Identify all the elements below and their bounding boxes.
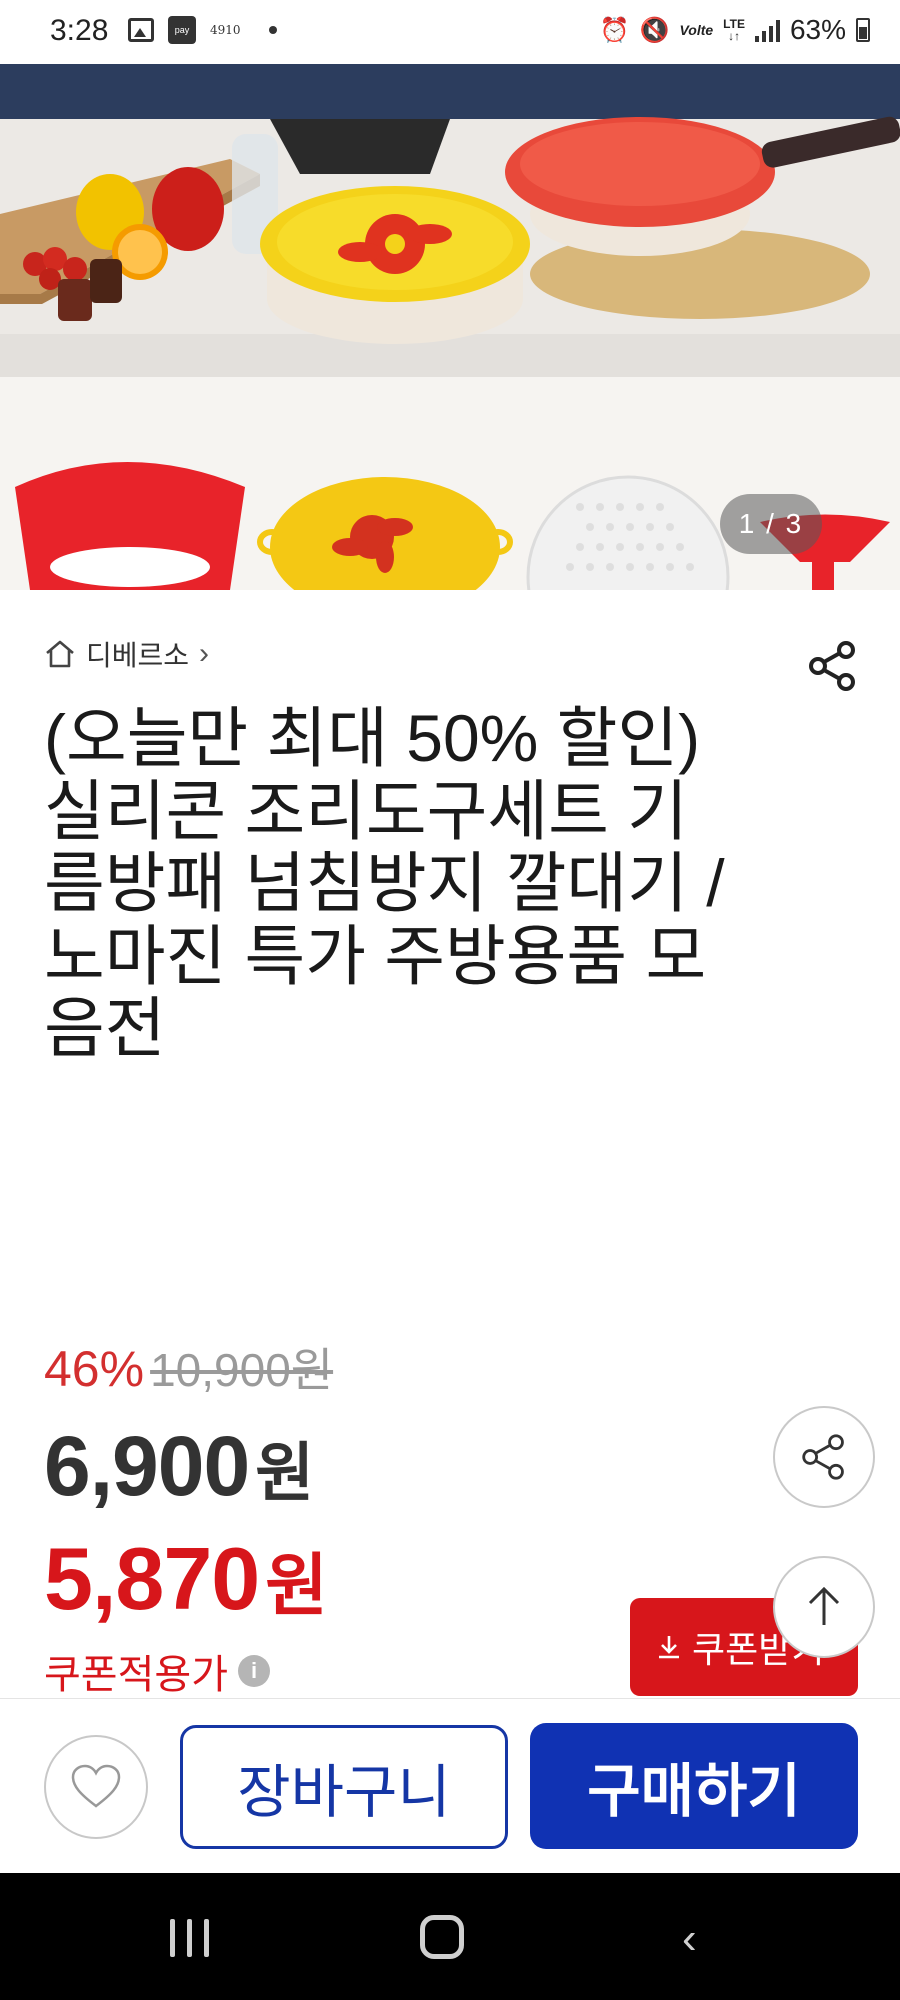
floating-share-button[interactable] <box>773 1406 875 1508</box>
product-image-gallery[interactable]: 1 / 3 <box>0 64 900 590</box>
heart-icon <box>71 1764 121 1808</box>
share-icon[interactable] <box>808 640 858 692</box>
mute-icon: 🔇 <box>639 16 670 44</box>
signal-icon <box>754 18 780 42</box>
add-to-cart-button[interactable]: 장바구니 <box>180 1725 508 1849</box>
gallery-notification-icon <box>128 18 154 42</box>
status-system-icons: ⏰ 🔇 Volte LTE ↓↑ 63% <box>600 14 870 46</box>
product-photo-main <box>0 64 900 377</box>
scroll-to-top-button[interactable] <box>773 1556 875 1658</box>
status-time: 3:28 <box>50 14 109 47</box>
coupon-price: 5,870원 <box>44 1528 328 1630</box>
back-icon[interactable]: ‹ <box>682 1917 697 1961</box>
sale-price: 6,900원 <box>44 1418 314 1515</box>
home-button-icon[interactable] <box>420 1915 464 1959</box>
lte-icon: LTE ↓↑ <box>723 17 745 43</box>
alarm-icon: ⏰ <box>599 16 630 44</box>
discount-row: 46% 10,900원 <box>44 1334 333 1400</box>
coupon-price-label-row: 쿠폰적용가 i <box>44 1642 270 1700</box>
sale-price-unit: 원 <box>255 1437 314 1509</box>
store-link[interactable]: 디베르소 › <box>44 634 209 674</box>
battery-icon <box>856 18 870 42</box>
store-name: 디베르소 <box>86 640 190 671</box>
arrow-up-icon <box>808 1586 840 1625</box>
coupon-price-label: 쿠폰적용가 <box>44 1653 228 1697</box>
recent-apps-icon[interactable] <box>170 1919 209 1957</box>
system-navigation-bar: ‹ <box>0 1873 900 2000</box>
coupon-price-value: 5,870 <box>44 1529 260 1628</box>
wishlist-button[interactable] <box>44 1735 148 1839</box>
sale-price-value: 6,900 <box>44 1419 250 1513</box>
coupon-price-unit: 원 <box>265 1548 328 1624</box>
product-title: (오늘만 최대 50% 할인) 실리콘 조리도구세트 기름방패 넘침방지 깔대기… <box>44 701 725 1065</box>
status-notification-icons: pay 4910 <box>128 16 277 44</box>
more-notifications-dot-icon <box>268 26 277 34</box>
download-icon <box>659 1636 679 1659</box>
products-row-illustration <box>15 462 890 590</box>
kitchen-scene-illustration <box>0 64 900 377</box>
image-counter: 1 / 3 <box>720 494 822 554</box>
home-icon <box>46 640 74 668</box>
info-icon[interactable]: i <box>238 1655 270 1687</box>
discount-rate: 46% <box>44 1341 145 1397</box>
battery-percent: 63% <box>789 14 846 45</box>
purchase-action-bar: 장바구니 구매하기 <box>0 1698 900 1874</box>
notification-number: 4910 <box>210 23 241 37</box>
volte-icon: Volte <box>679 22 714 38</box>
original-price: 10,900원 <box>150 1344 334 1396</box>
buy-now-button[interactable]: 구매하기 <box>530 1723 858 1849</box>
chevron-right-icon: › <box>199 637 210 670</box>
share-icon <box>802 1434 844 1480</box>
product-photo-items <box>0 377 900 590</box>
status-bar: 3:28 pay 4910 ⏰ 🔇 Volte LTE ↓↑ 63% <box>0 0 900 64</box>
pay-notification-icon: pay <box>168 16 196 44</box>
